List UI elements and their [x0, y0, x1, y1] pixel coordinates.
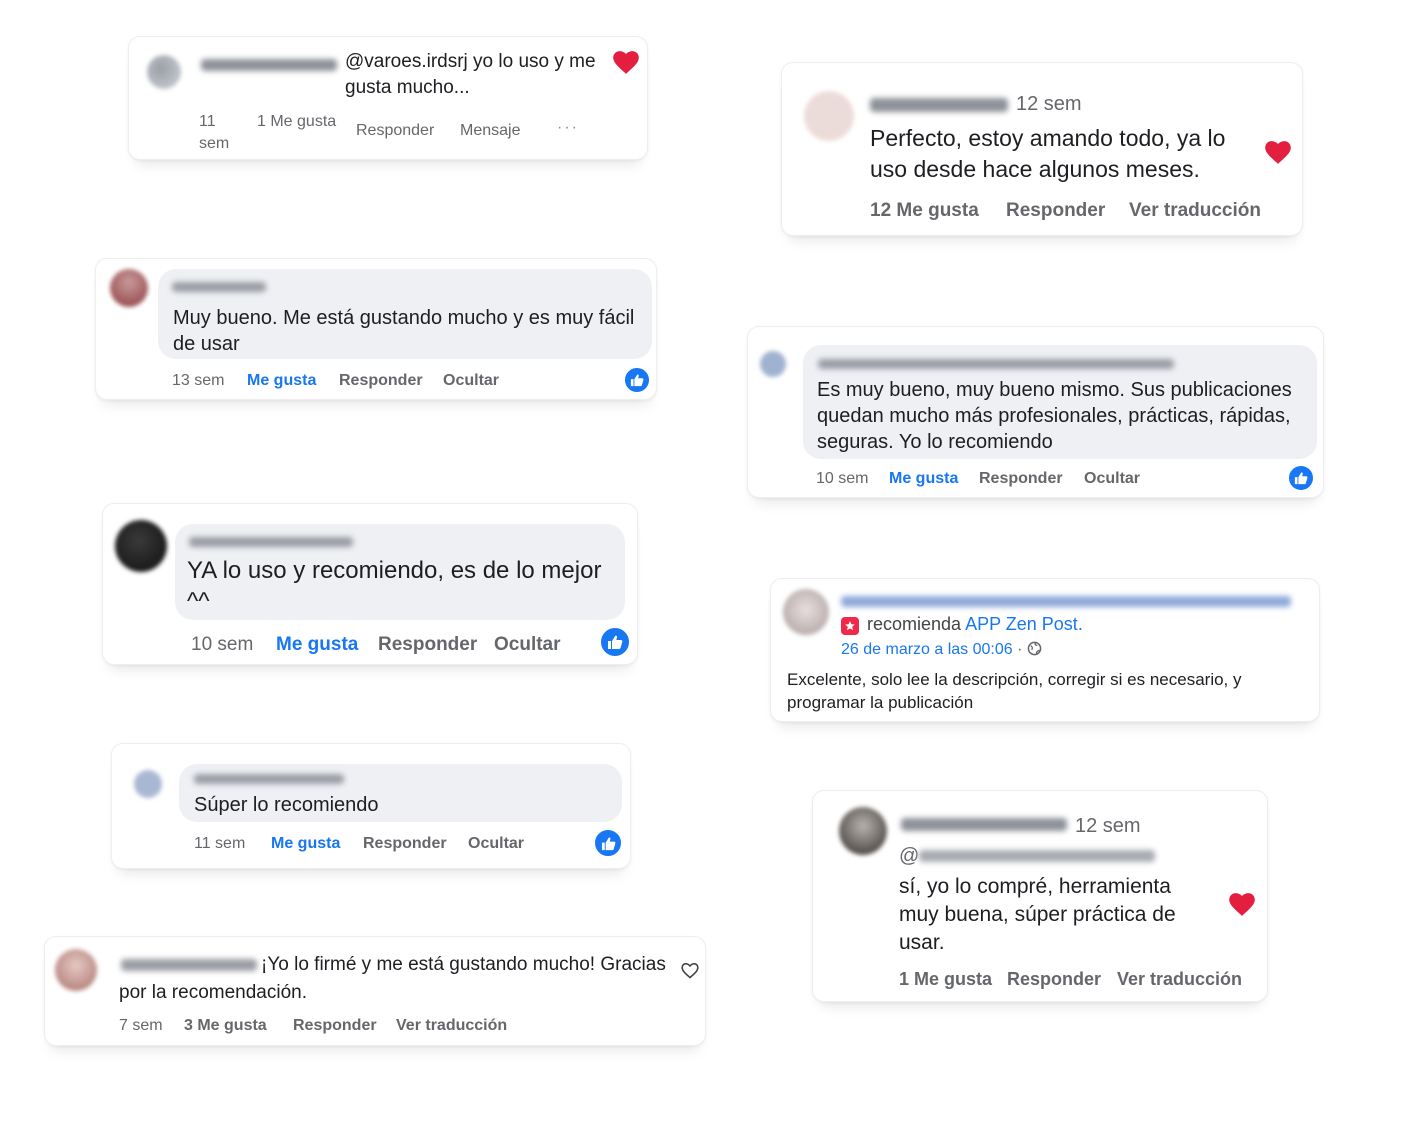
- heart-icon[interactable]: [1229, 893, 1255, 922]
- comment-text: Muy bueno. Me está gustando mucho y es m…: [173, 307, 635, 355]
- comment-card: Es muy bueno, muy bueno mismo. Sus publi…: [747, 326, 1324, 498]
- avatar[interactable]: [134, 770, 162, 798]
- author-name[interactable]: [194, 774, 344, 784]
- comment-card: 12 sem Perfecto, estoy amando todo, ya l…: [781, 62, 1303, 236]
- heart-icon[interactable]: [613, 51, 639, 80]
- comment-text: Súper lo recomiendo: [194, 794, 379, 816]
- author-name[interactable]: [201, 59, 337, 71]
- reply-button[interactable]: Responder: [979, 470, 1063, 488]
- avatar[interactable]: [783, 589, 829, 635]
- recommend-star-icon: [841, 617, 859, 635]
- avatar[interactable]: [147, 55, 181, 89]
- page-suffix: .: [1077, 614, 1083, 634]
- comment-card: @varoes.irdsrj yo lo uso y me gusta much…: [128, 36, 648, 160]
- thumbs-up-icon[interactable]: [593, 828, 623, 858]
- reply-button[interactable]: Responder: [293, 1017, 377, 1035]
- comment-card: Muy bueno. Me está gustando mucho y es m…: [95, 258, 657, 400]
- hide-button[interactable]: Ocultar: [443, 372, 499, 390]
- author-name[interactable]: [870, 98, 1008, 112]
- comment-card: ¡Yo lo firmé y me está gustando mucho! G…: [44, 936, 706, 1046]
- reply-button[interactable]: Responder: [356, 122, 434, 140]
- recommendation-text: Excelente, solo lee la descripción, corr…: [787, 670, 1242, 712]
- comment-time[interactable]: 7 sem: [119, 1017, 163, 1035]
- like-button[interactable]: Me gusta: [276, 634, 358, 656]
- recommends-label: recomienda: [867, 614, 962, 634]
- like-button[interactable]: Me gusta: [247, 372, 316, 390]
- like-button[interactable]: Me gusta: [889, 470, 958, 488]
- heart-outline-icon[interactable]: [681, 962, 699, 984]
- like-count[interactable]: 1 Me gusta: [899, 969, 992, 990]
- comment-text: Es muy bueno, muy bueno mismo. Sus publi…: [817, 379, 1292, 453]
- comment-time[interactable]: 11 sem: [194, 835, 245, 853]
- like-count[interactable]: 1 Me gusta: [257, 111, 337, 133]
- hide-button[interactable]: Ocultar: [468, 835, 524, 853]
- avatar[interactable]: [804, 91, 854, 141]
- reply-button[interactable]: Responder: [1007, 969, 1101, 990]
- hide-button[interactable]: Ocultar: [1084, 470, 1140, 488]
- avatar[interactable]: [55, 949, 97, 991]
- reply-button[interactable]: Responder: [363, 835, 447, 853]
- recommend-line: recomienda APP Zen Post.: [867, 614, 1083, 635]
- avatar[interactable]: [115, 520, 167, 572]
- comment-time[interactable]: 10 sem: [191, 634, 253, 656]
- comment-time[interactable]: 10 sem: [816, 470, 868, 488]
- comment-time[interactable]: 12 sem: [1016, 93, 1082, 116]
- avatar[interactable]: [760, 351, 786, 377]
- more-options-button[interactable]: ···: [557, 119, 579, 137]
- like-count[interactable]: 3 Me gusta: [184, 1017, 267, 1035]
- comment-text: Perfecto, estoy amando todo, ya lo uso d…: [870, 125, 1226, 182]
- like-count[interactable]: 12 Me gusta: [870, 200, 979, 222]
- avatar[interactable]: [839, 807, 887, 855]
- recommendation-card: recomienda APP Zen Post. 26 de marzo a l…: [770, 578, 1320, 722]
- translate-button[interactable]: Ver traducción: [396, 1017, 507, 1035]
- globe-icon: [1027, 641, 1042, 661]
- reply-button[interactable]: Responder: [1006, 200, 1105, 222]
- reply-button[interactable]: Responder: [339, 372, 423, 390]
- date-separator: ·: [1017, 641, 1023, 658]
- like-button[interactable]: Me gusta: [271, 835, 340, 853]
- post-date[interactable]: 26 de marzo a las 00:06: [841, 641, 1013, 658]
- heart-icon[interactable]: [1265, 141, 1291, 170]
- translate-button[interactable]: Ver traducción: [1129, 200, 1261, 222]
- author-name[interactable]: [172, 282, 266, 292]
- translate-button[interactable]: Ver traducción: [1117, 969, 1242, 990]
- author-name[interactable]: [901, 818, 1067, 831]
- hide-button[interactable]: Ocultar: [494, 634, 561, 656]
- page-link[interactable]: APP Zen Post: [965, 614, 1078, 634]
- comment-text: YA lo uso y recomiendo, es de lo mejor ^…: [187, 557, 602, 615]
- author-name[interactable]: [841, 596, 1291, 607]
- author-name[interactable]: [818, 359, 1174, 369]
- comment-card: YA lo uso y recomiendo, es de lo mejor ^…: [102, 503, 638, 665]
- thumbs-up-icon[interactable]: [1287, 464, 1315, 492]
- comment-text-content: ¡Yo lo firmé y me está gustando mucho! G…: [119, 954, 666, 1003]
- comment-card: 12 sem @ sí, yo lo compré, herramienta m…: [812, 790, 1268, 1002]
- comment-text: @varoes.irdsrj yo lo uso y me gusta much…: [345, 51, 596, 98]
- comment-time[interactable]: 11 sem: [199, 111, 239, 155]
- reply-button[interactable]: Responder: [378, 634, 477, 656]
- comment-card: Súper lo recomiendo 11 sem Me gusta Resp…: [111, 743, 631, 869]
- mention-prefix[interactable]: @: [899, 845, 919, 868]
- thumbs-up-icon[interactable]: [623, 366, 651, 394]
- avatar[interactable]: [110, 269, 148, 307]
- comment-time[interactable]: 13 sem: [172, 372, 224, 390]
- comment-text: ¡Yo lo firmé y me está gustando mucho! G…: [119, 951, 679, 1007]
- mentioned-user[interactable]: [919, 850, 1155, 862]
- author-name[interactable]: [189, 537, 353, 547]
- comment-time[interactable]: 12 sem: [1075, 815, 1141, 838]
- post-date-line: 26 de marzo a las 00:06 ·: [841, 641, 1042, 661]
- thumbs-up-icon[interactable]: [599, 626, 631, 658]
- message-button[interactable]: Mensaje: [460, 122, 520, 140]
- comment-text: sí, yo lo compré, herramienta muy buena,…: [899, 875, 1176, 954]
